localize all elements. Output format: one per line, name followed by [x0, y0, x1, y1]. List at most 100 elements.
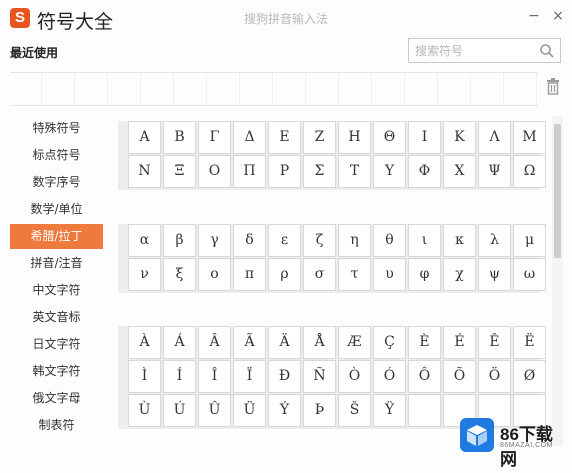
symbol-cell[interactable]: Þ: [303, 394, 336, 427]
symbol-cell[interactable]: Λ: [478, 121, 511, 154]
symbol-cell[interactable]: Ω: [513, 155, 546, 188]
symbol-cell[interactable]: Ï: [233, 360, 266, 393]
symbol-cell[interactable]: ρ: [268, 258, 301, 291]
symbol-cell[interactable]: Ι: [408, 121, 441, 154]
symbol-cell[interactable]: σ: [303, 258, 336, 291]
symbol-cell[interactable]: γ: [198, 224, 231, 257]
sidebar-category[interactable]: 日文字符: [10, 332, 103, 357]
symbol-cell[interactable]: Ρ: [268, 155, 301, 188]
symbol-cell[interactable]: ι: [408, 224, 441, 257]
symbol-cell[interactable]: Ö: [478, 360, 511, 393]
symbol-cell[interactable]: Å: [303, 326, 336, 359]
sidebar-category[interactable]: 特殊符号: [10, 116, 103, 141]
search-input[interactable]: [415, 42, 535, 59]
symbol-cell[interactable]: Š: [338, 394, 371, 427]
symbol-cell[interactable]: Ý: [268, 394, 301, 427]
symbol-cell[interactable]: Ê: [478, 326, 511, 359]
symbol-cell[interactable]: À: [128, 326, 161, 359]
sidebar-category[interactable]: 俄文字母: [10, 386, 103, 411]
symbol-cell[interactable]: Ù: [128, 394, 161, 427]
symbol-cell[interactable]: Ã: [233, 326, 266, 359]
scrollbar-thumb[interactable]: [554, 124, 561, 258]
symbol-cell[interactable]: Γ: [198, 121, 231, 154]
symbol-cell[interactable]: Í: [163, 360, 196, 393]
symbol-cell[interactable]: ξ: [163, 258, 196, 291]
symbol-cell[interactable]: π: [233, 258, 266, 291]
symbol-cell[interactable]: Μ: [513, 121, 546, 154]
symbol-cell[interactable]: Σ: [303, 155, 336, 188]
symbol-cell[interactable]: Χ: [443, 155, 476, 188]
symbol-cell[interactable]: Ä: [268, 326, 301, 359]
symbol-cell[interactable]: Δ: [233, 121, 266, 154]
symbol-cell[interactable]: Τ: [338, 155, 371, 188]
symbol-cell[interactable]: Ò: [338, 360, 371, 393]
symbol-cell[interactable]: Φ: [408, 155, 441, 188]
search-icon[interactable]: [539, 43, 555, 59]
recent-symbol-slot[interactable]: [10, 73, 42, 105]
sidebar-category[interactable]: 拼音/注音: [10, 251, 103, 276]
symbol-cell[interactable]: φ: [408, 258, 441, 291]
symbol-cell[interactable]: χ: [443, 258, 476, 291]
sidebar-category[interactable]: 希腊/拉丁: [10, 224, 103, 249]
symbol-cell[interactable]: Υ: [373, 155, 406, 188]
symbol-cell[interactable]: ψ: [478, 258, 511, 291]
symbol-cell[interactable]: Κ: [443, 121, 476, 154]
symbol-cell[interactable]: Õ: [443, 360, 476, 393]
symbol-cell[interactable]: Ο: [198, 155, 231, 188]
sidebar-category[interactable]: 韩文字符: [10, 359, 103, 384]
search-box[interactable]: [408, 38, 561, 63]
symbol-cell[interactable]: β: [163, 224, 196, 257]
symbol-cell[interactable]: Ç: [373, 326, 406, 359]
symbol-cell[interactable]: Π: [233, 155, 266, 188]
recent-symbol-slot[interactable]: [142, 73, 174, 105]
sidebar-category[interactable]: 数字序号: [10, 170, 103, 195]
symbol-cell[interactable]: μ: [513, 224, 546, 257]
recent-symbol-slot[interactable]: [472, 73, 504, 105]
recent-symbol-slot[interactable]: [109, 73, 141, 105]
symbol-cell[interactable]: υ: [373, 258, 406, 291]
symbol-cell[interactable]: ω: [513, 258, 546, 291]
recent-symbol-slot[interactable]: [76, 73, 108, 105]
symbol-cell[interactable]: λ: [478, 224, 511, 257]
recent-symbol-slot[interactable]: [175, 73, 207, 105]
sidebar-category[interactable]: 数学/单位: [10, 197, 103, 222]
recent-symbol-slot[interactable]: [208, 73, 240, 105]
close-button[interactable]: ×: [550, 8, 566, 24]
recent-symbol-slot[interactable]: [43, 73, 75, 105]
recent-symbol-slot[interactable]: [241, 73, 273, 105]
sidebar-category[interactable]: 制表符: [10, 413, 103, 438]
symbol-cell[interactable]: ε: [268, 224, 301, 257]
symbol-cell[interactable]: θ: [373, 224, 406, 257]
symbol-cell[interactable]: È: [408, 326, 441, 359]
symbol-cell[interactable]: Θ: [373, 121, 406, 154]
symbol-cell[interactable]: Ε: [268, 121, 301, 154]
symbol-cell[interactable]: Ξ: [163, 155, 196, 188]
symbol-cell[interactable]: Ÿ: [373, 394, 406, 427]
symbol-cell[interactable]: Ë: [513, 326, 546, 359]
recent-symbol-slot[interactable]: [274, 73, 306, 105]
symbol-cell[interactable]: Î: [198, 360, 231, 393]
symbol-cell[interactable]: η: [338, 224, 371, 257]
symbol-cell[interactable]: Â: [198, 326, 231, 359]
symbol-cell[interactable]: Α: [128, 121, 161, 154]
symbol-cell[interactable]: Η: [338, 121, 371, 154]
recent-symbol-slot[interactable]: [340, 73, 372, 105]
symbol-cell[interactable]: É: [443, 326, 476, 359]
symbol-cell[interactable]: Ú: [163, 394, 196, 427]
symbol-cell[interactable]: ο: [198, 258, 231, 291]
symbol-cell[interactable]: Β: [163, 121, 196, 154]
symbol-cell[interactable]: α: [128, 224, 161, 257]
symbol-cell[interactable]: Ü: [233, 394, 266, 427]
symbol-cell[interactable]: ζ: [303, 224, 336, 257]
trash-icon[interactable]: [545, 77, 561, 95]
recent-symbol-slot[interactable]: [307, 73, 339, 105]
symbol-cell[interactable]: Ñ: [303, 360, 336, 393]
symbol-cell[interactable]: [408, 394, 441, 427]
symbol-cell[interactable]: Ø: [513, 360, 546, 393]
symbol-cell[interactable]: τ: [338, 258, 371, 291]
symbol-cell[interactable]: ν: [128, 258, 161, 291]
recent-symbol-slot[interactable]: [505, 73, 537, 105]
recent-symbol-slot[interactable]: [406, 73, 438, 105]
symbol-cell[interactable]: Æ: [338, 326, 371, 359]
symbol-cell[interactable]: Ζ: [303, 121, 336, 154]
